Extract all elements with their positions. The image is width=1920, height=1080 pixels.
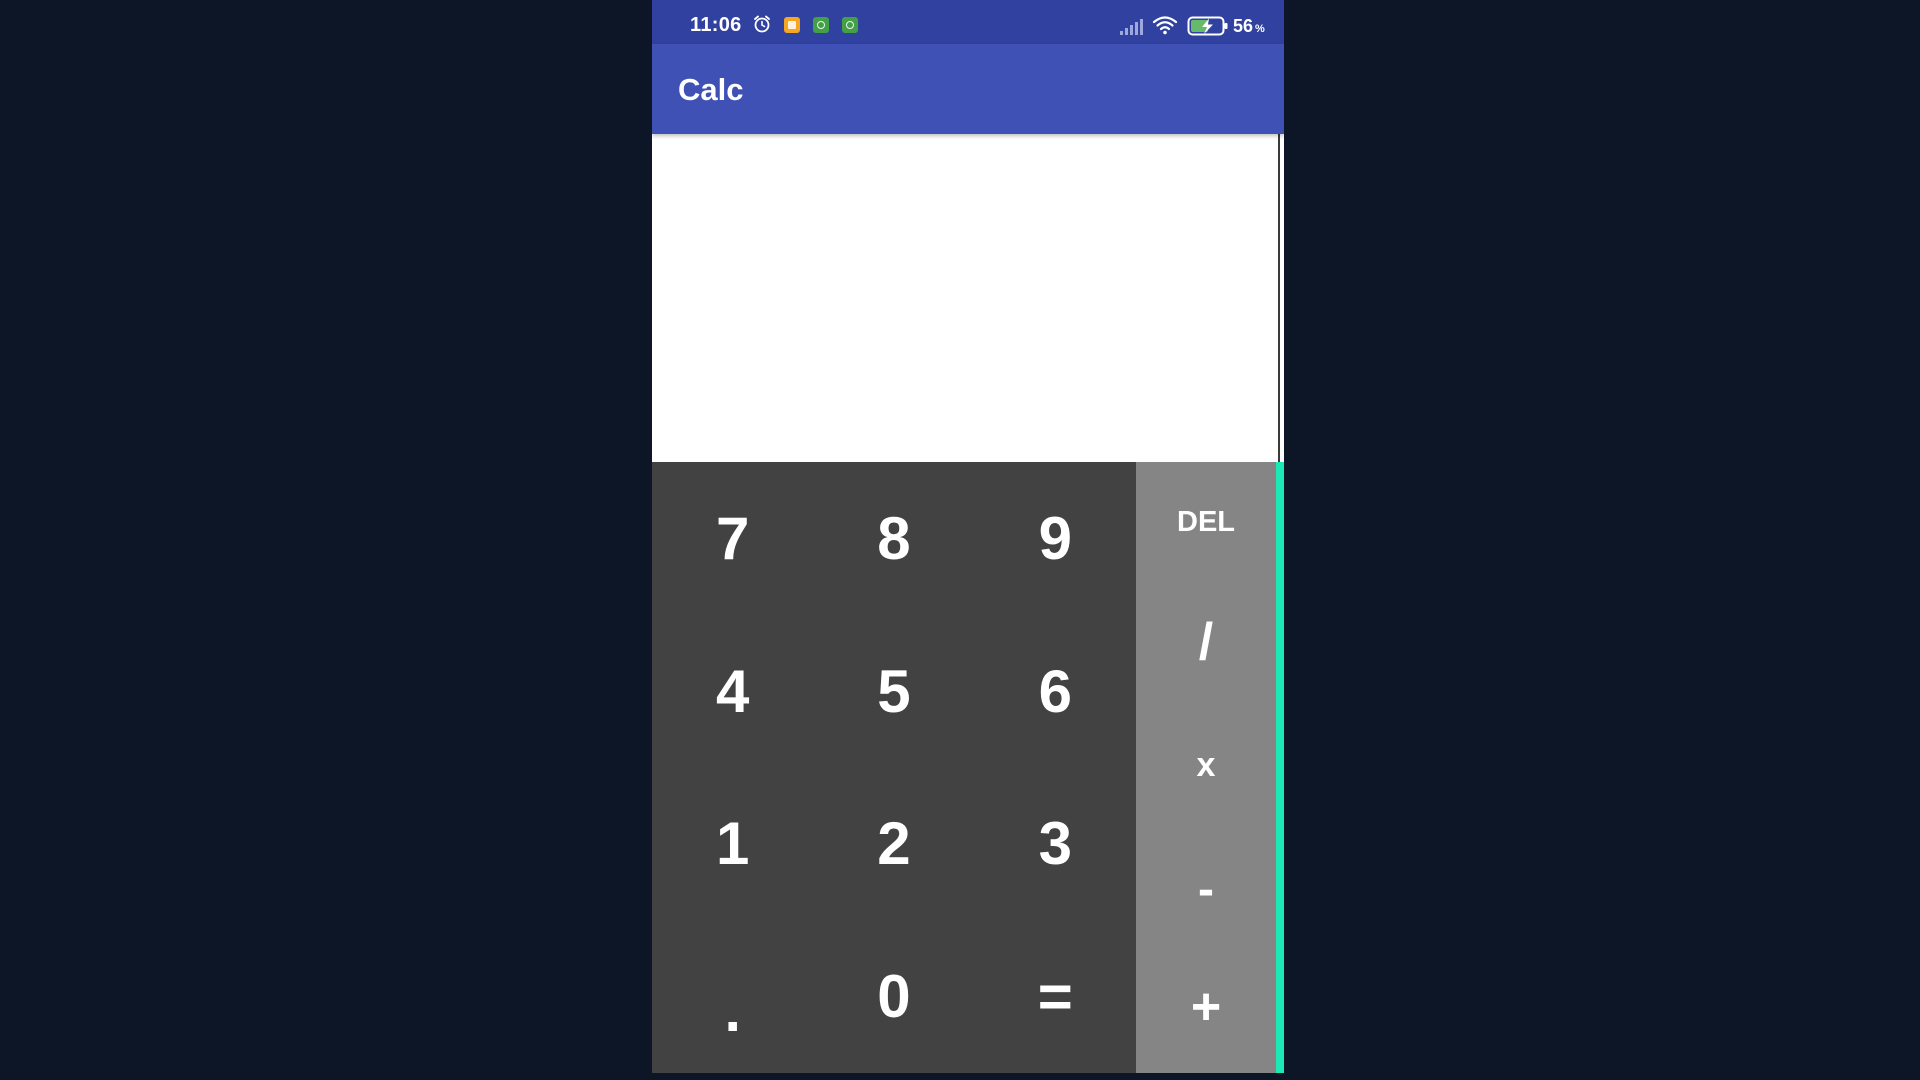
key-1[interactable]: 1 [652,768,813,921]
number-pad: 7 8 9 4 5 6 1 2 3 . 0 = [652,462,1136,1073]
key-5[interactable]: 5 [813,615,974,768]
signal-icon [1120,19,1143,35]
key-8[interactable]: 8 [813,462,974,615]
wifi-icon [1152,16,1178,35]
key-3[interactable]: 3 [975,768,1136,921]
key-0[interactable]: 0 [813,920,974,1073]
alarm-icon [754,15,770,33]
battery-charging-icon [1187,16,1228,36]
battery-percent: 56% [1233,16,1265,36]
key-7[interactable]: 7 [652,462,813,615]
subtract-button[interactable]: - [1136,862,1276,917]
divide-button[interactable]: / [1136,612,1276,672]
phone-screen: 11:06 56% Calc 7 8 9 4 5 6 1 2 3 . 0 = D… [652,0,1284,1073]
advanced-panel-drawer-edge[interactable] [1276,462,1284,1073]
app-bar: Calc [652,44,1284,134]
add-button[interactable]: + [1136,977,1276,1037]
key-6[interactable]: 6 [975,615,1136,768]
status-bar: 11:06 56% [652,0,1284,44]
green-notification-icon [813,17,829,33]
green-notification-icon [842,17,858,33]
keypad: 7 8 9 4 5 6 1 2 3 . 0 = DEL / x - + [652,462,1284,1073]
app-title: Calc [678,72,744,107]
key-decimal[interactable]: . [652,920,813,1073]
key-9[interactable]: 9 [975,462,1136,615]
key-4[interactable]: 4 [652,615,813,768]
calculator-display [654,134,1280,462]
delete-button[interactable]: DEL [1136,506,1276,539]
status-time: 11:06 [690,14,742,36]
key-2[interactable]: 2 [813,768,974,921]
operator-pad: DEL / x - + [1136,462,1276,1073]
multiply-button[interactable]: x [1136,746,1276,785]
orange-notification-icon [784,17,800,33]
key-equals[interactable]: = [975,920,1136,1073]
